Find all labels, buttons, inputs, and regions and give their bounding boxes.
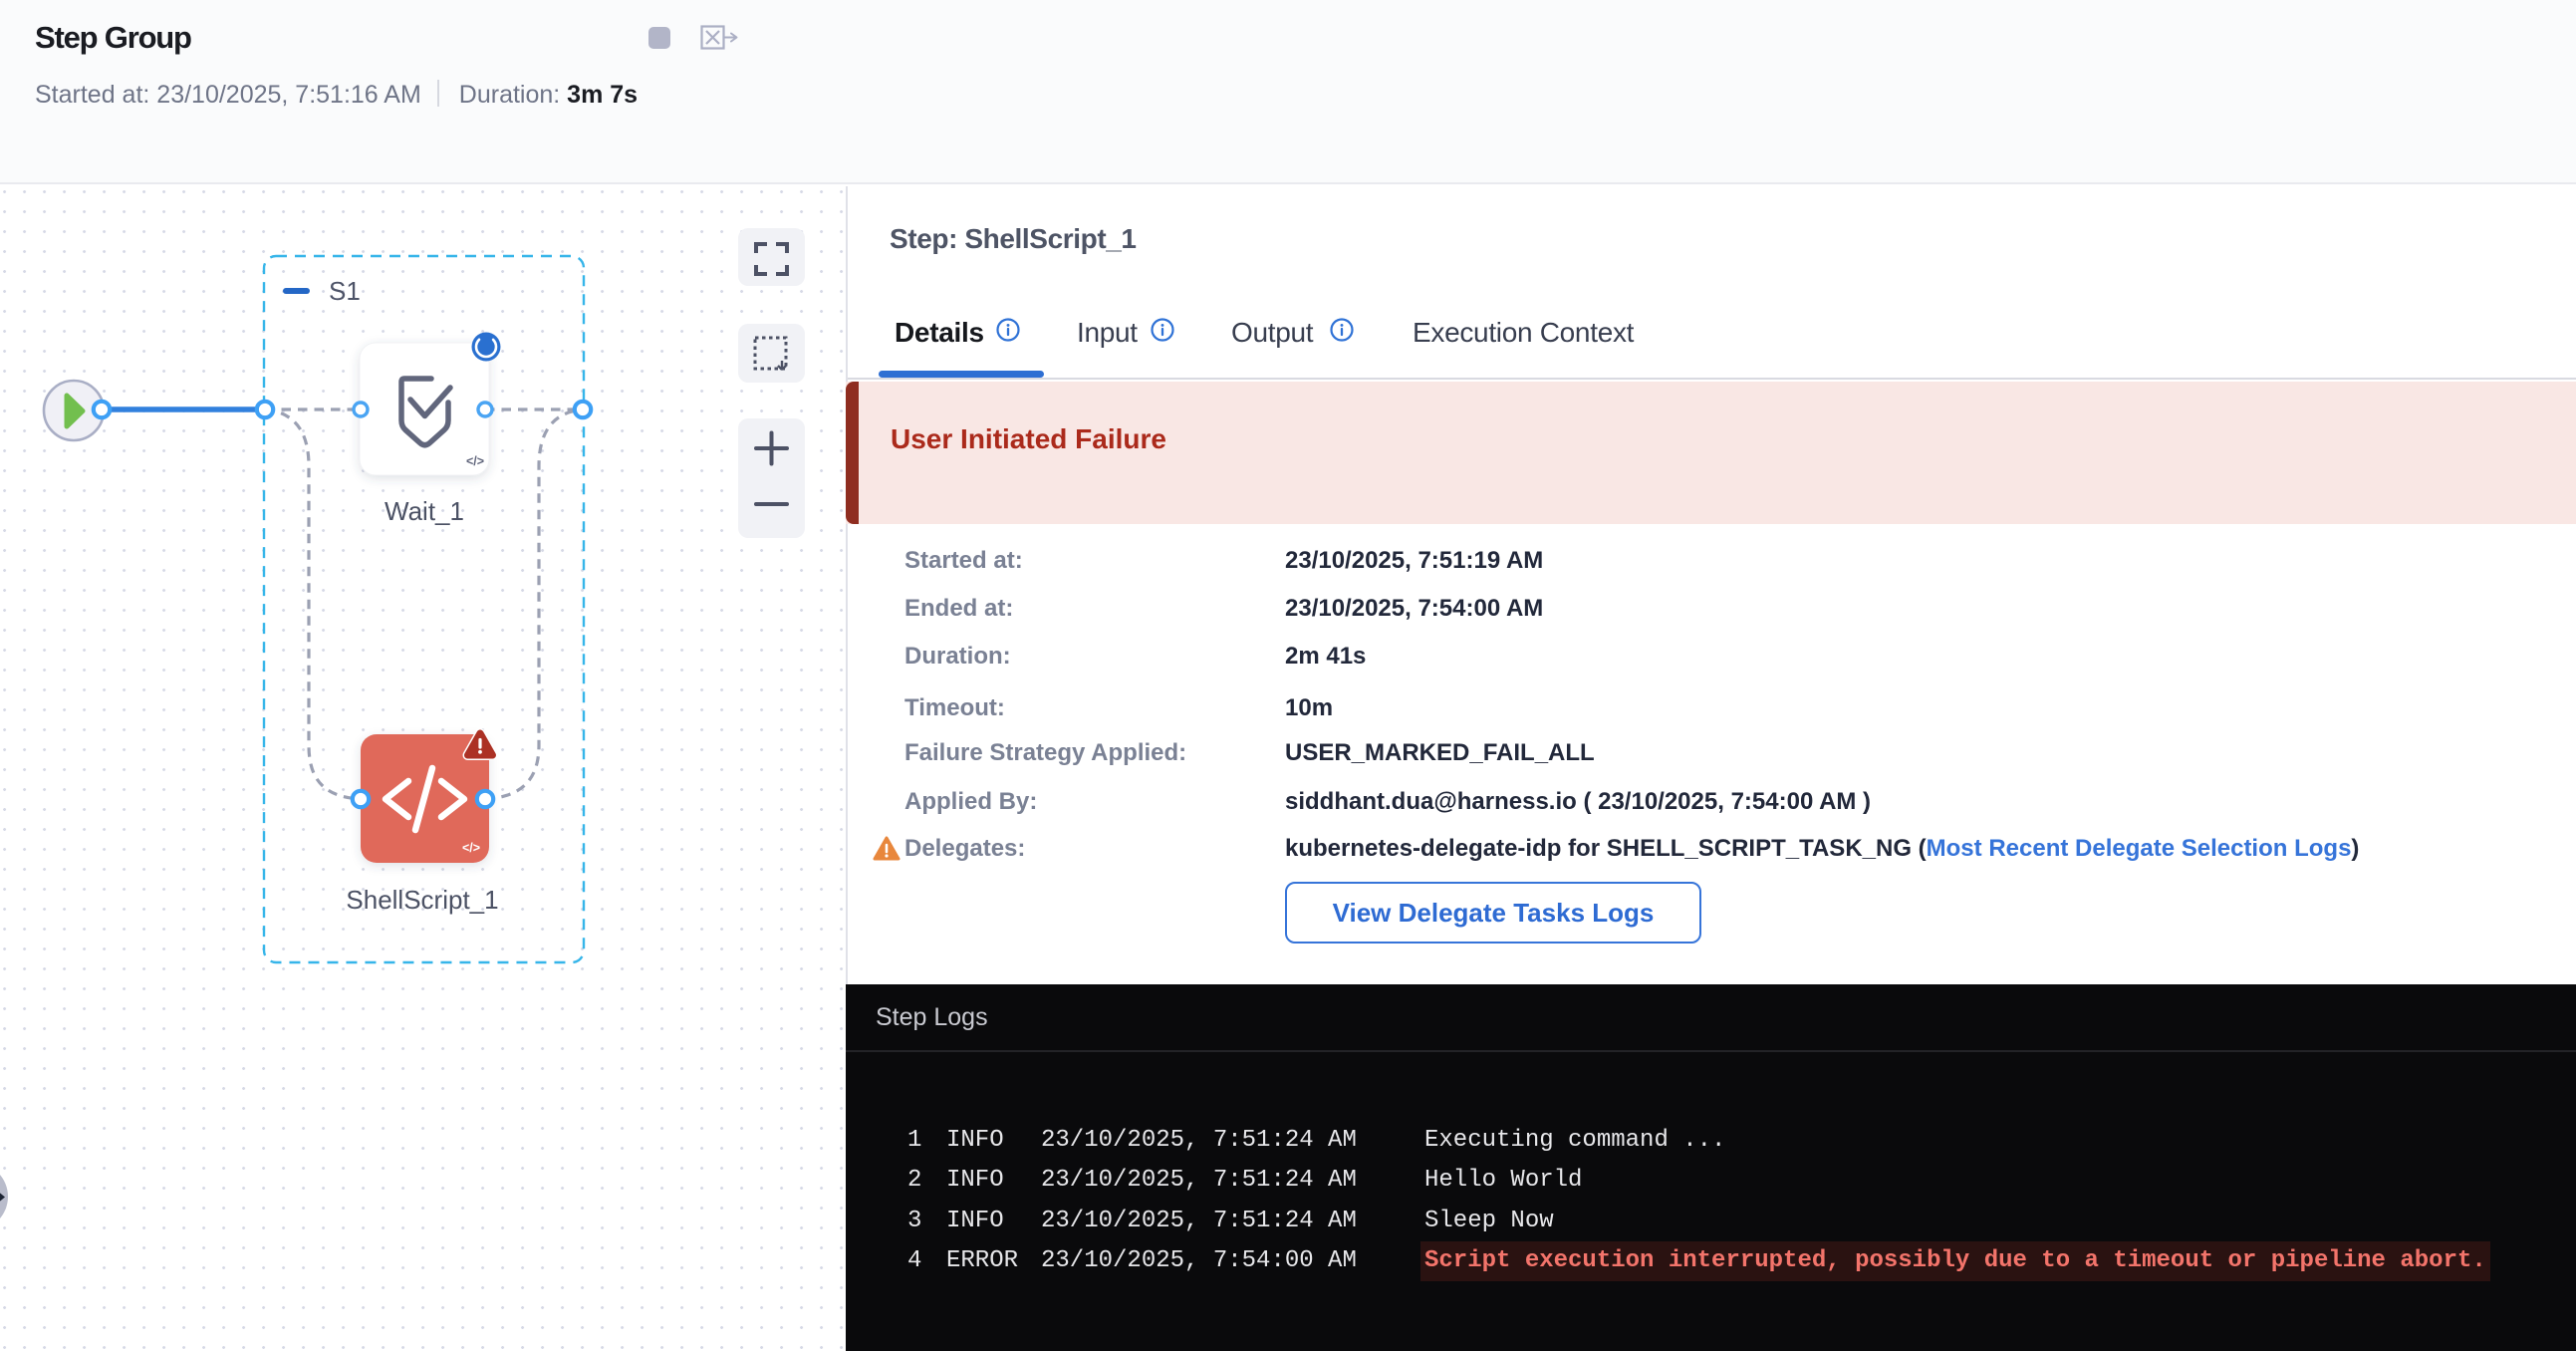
svg-text:S1: S1 [329, 276, 361, 306]
svg-text:Wait_1: Wait_1 [385, 496, 464, 526]
svg-text:</>: </> [462, 841, 480, 855]
svg-text:</>: </> [466, 454, 484, 468]
svg-text:ShellScript_1: ShellScript_1 [346, 885, 498, 915]
